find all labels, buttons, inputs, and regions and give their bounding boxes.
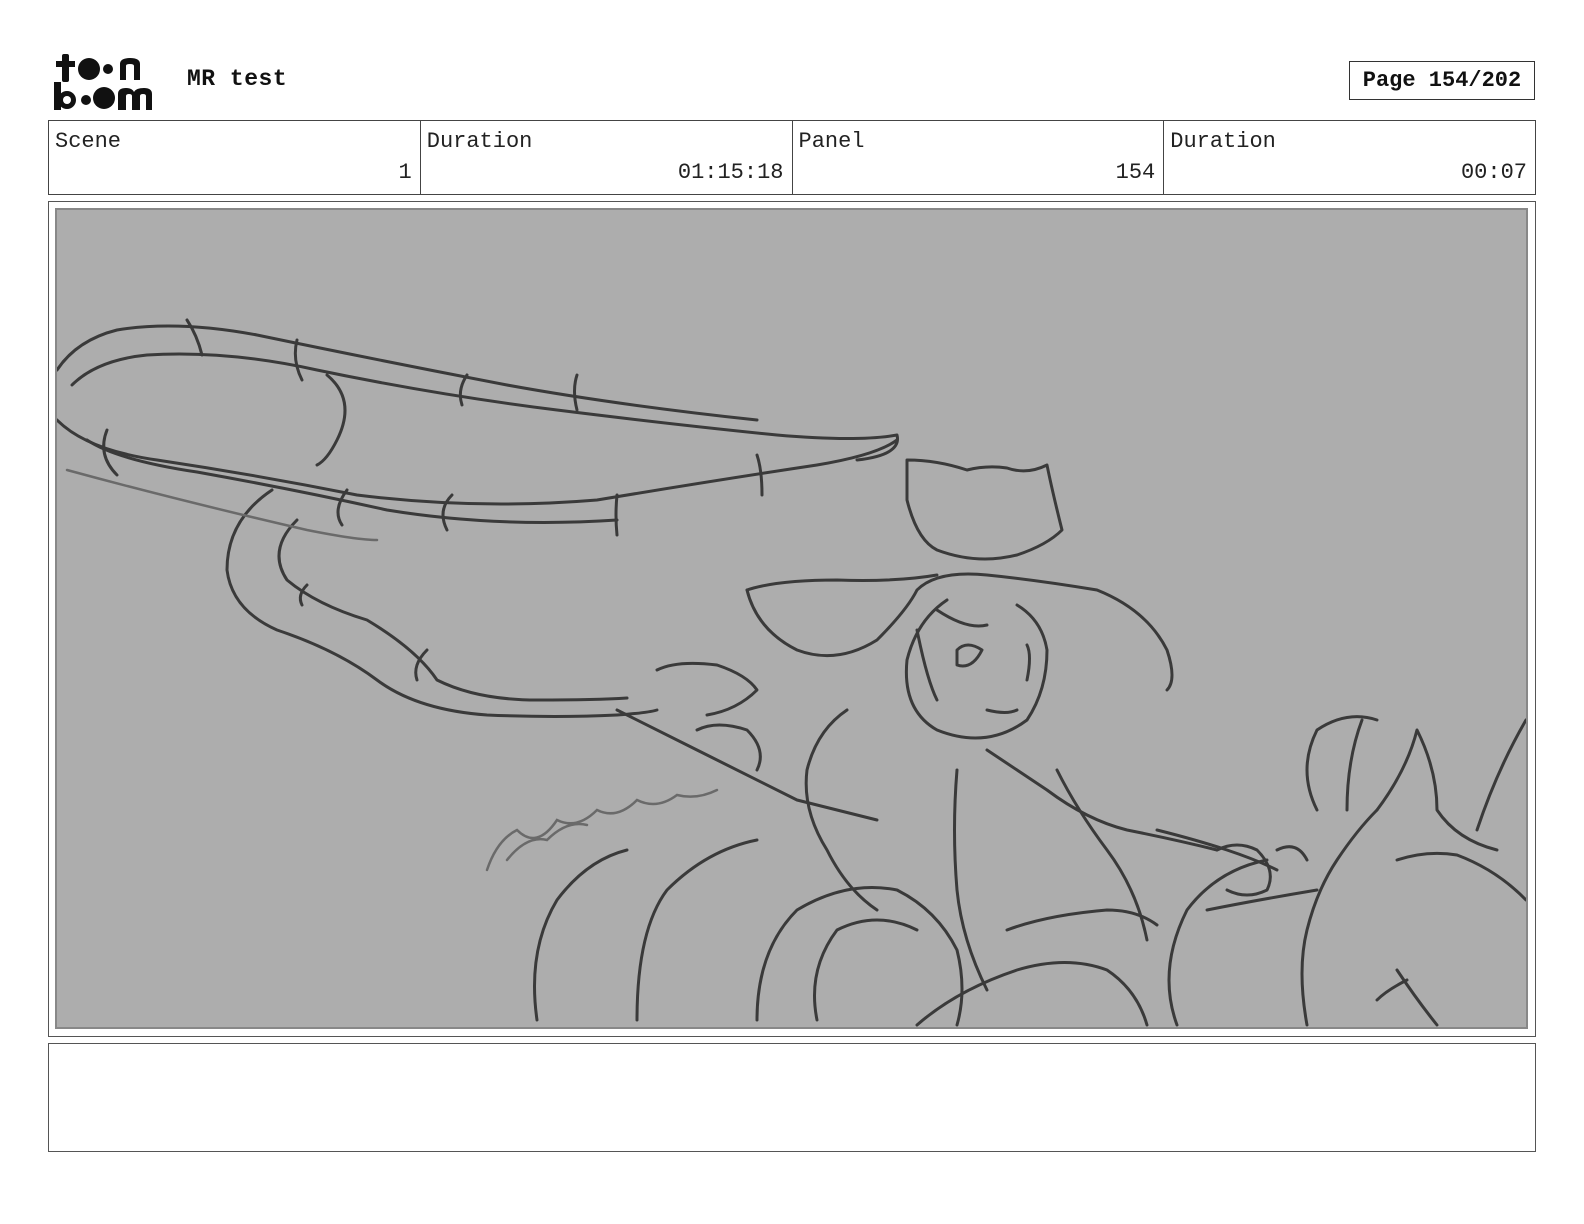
panel-value: 154 — [1115, 160, 1156, 185]
scene-duration-cell: Duration 01:15:18 — [421, 121, 793, 194]
scene-duration-value: 01:15:18 — [677, 160, 784, 185]
panel-duration-cell: Duration 00:07 — [1164, 121, 1535, 194]
scene-duration-label: Duration — [426, 129, 533, 154]
panel-duration-value: 00:07 — [1460, 160, 1527, 185]
panel-frame — [48, 201, 1536, 1037]
toon-boom-logo — [52, 52, 164, 112]
page-indicator: Page 154/202 — [1349, 61, 1535, 100]
panel-notes-area — [48, 1043, 1536, 1152]
scene-info-table: Scene 1 Duration 01:15:18 Panel 154 Dura… — [48, 120, 1536, 195]
panel-duration-label: Duration — [1170, 129, 1276, 154]
project-title: MR test — [187, 66, 288, 92]
storyboard-sketch-image — [55, 208, 1528, 1029]
scene-label: Scene — [55, 129, 122, 154]
scene-cell: Scene 1 — [49, 121, 421, 194]
panel-cell: Panel 154 — [793, 121, 1165, 194]
panel-label: Panel — [798, 129, 865, 154]
scene-value: 1 — [398, 160, 412, 185]
